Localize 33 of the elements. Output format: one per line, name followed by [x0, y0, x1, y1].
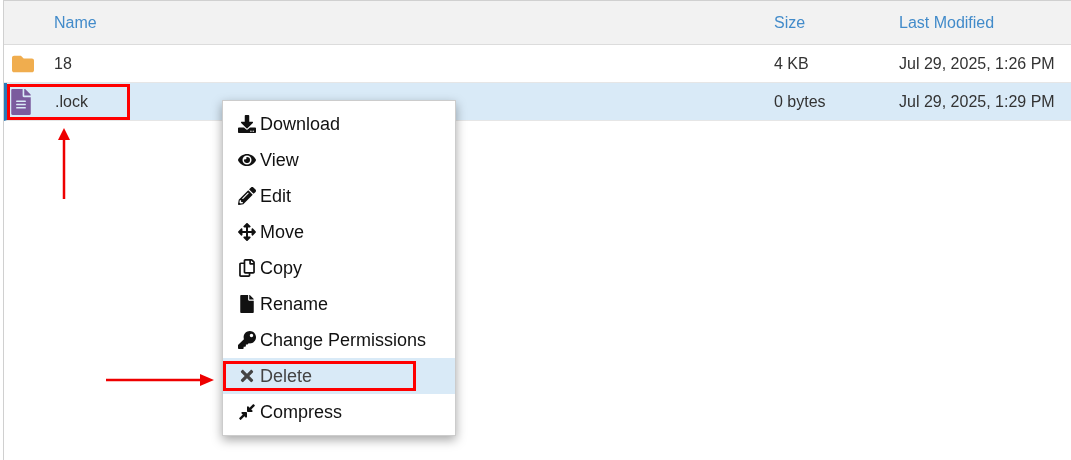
menu-label: Compress: [260, 400, 343, 424]
menu-item[interactable]: Move: [223, 214, 455, 250]
menu-item[interactable]: Change Permissions: [223, 322, 455, 358]
pencil-icon: [238, 187, 256, 205]
compress-icon: [238, 403, 256, 421]
menu-item[interactable]: Compress: [223, 394, 455, 430]
menu-label: Copy: [260, 256, 303, 280]
annotation-arrow: [58, 128, 70, 199]
file-size: 4 KB: [774, 53, 810, 74]
menu-item[interactable]: Delete: [223, 358, 455, 394]
menu-item[interactable]: Copy: [223, 250, 455, 286]
menu-label: View: [260, 148, 299, 172]
move-icon: [238, 223, 256, 241]
menu-item[interactable]: Edit: [223, 178, 455, 214]
menu-label: Change Permissions: [260, 328, 427, 352]
menu-label: Delete: [260, 364, 313, 388]
menu-item[interactable]: Rename: [223, 286, 455, 322]
menu-label: Rename: [260, 292, 329, 316]
key-icon: [238, 331, 256, 349]
file-size: 0 bytes: [774, 91, 827, 112]
menu-label: Edit: [260, 184, 292, 208]
file-name: .lock: [55, 91, 88, 112]
close-icon: [238, 367, 256, 385]
modified-date: Jul 29, 2025, 1:26 PM: [899, 53, 1055, 74]
file-icon: [11, 88, 31, 115]
modified-date: Jul 29, 2025, 1:29 PM: [899, 91, 1055, 112]
menu-label: Move: [260, 220, 304, 244]
file-name: 18: [54, 53, 72, 74]
download-icon: [238, 115, 256, 133]
file-icon: [238, 295, 256, 313]
copy-icon: [238, 259, 256, 277]
eye-icon: [238, 151, 256, 169]
menu-item[interactable]: View: [223, 142, 455, 178]
